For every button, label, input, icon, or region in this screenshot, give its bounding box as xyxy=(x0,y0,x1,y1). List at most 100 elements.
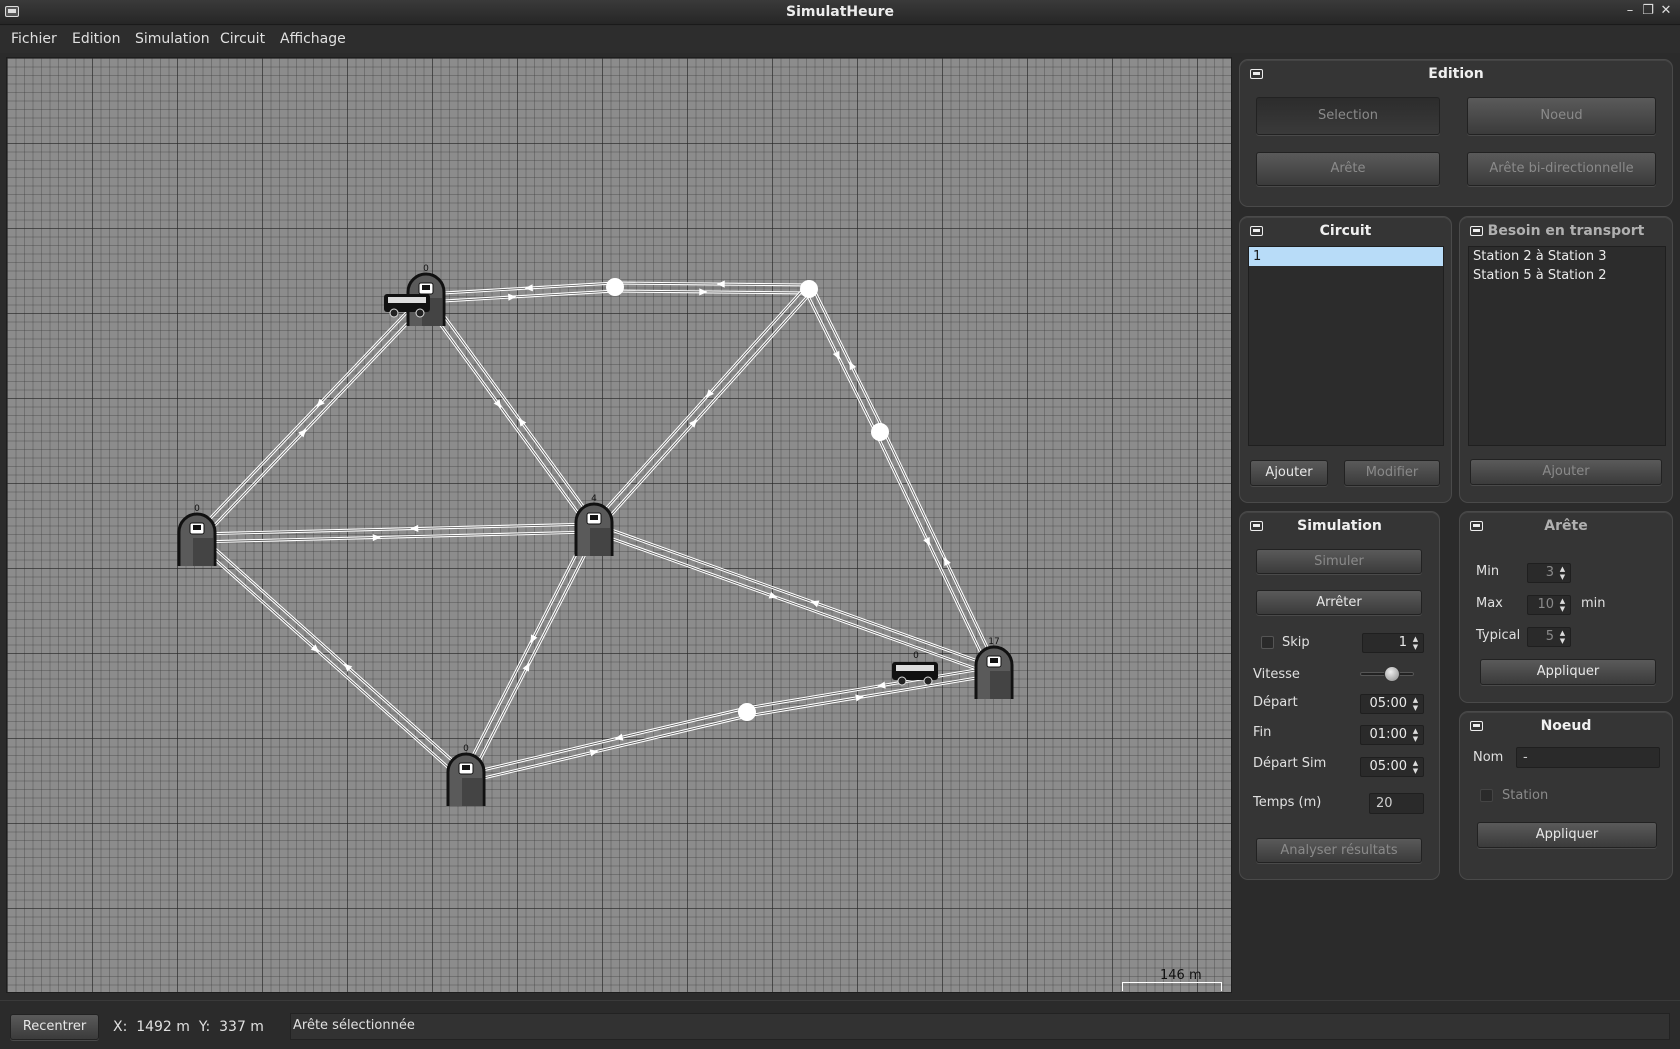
circuit-ajouter-button[interactable]: Ajouter xyxy=(1250,460,1328,486)
menu-fichier[interactable]: Fichier xyxy=(7,30,61,48)
bus-2[interactable]: 0 xyxy=(892,651,938,686)
direction-arrow-icon[interactable] xyxy=(699,288,708,296)
edge-lane-core[interactable] xyxy=(466,715,749,783)
edge-n4-right[interactable] xyxy=(746,665,995,718)
arete-button[interactable]: Arête xyxy=(1256,152,1440,186)
edge-top-left[interactable] xyxy=(193,294,430,542)
bus-wheel[interactable] xyxy=(415,308,425,318)
direction-arrow-icon[interactable] xyxy=(810,600,820,608)
bus-windows[interactable] xyxy=(388,297,426,303)
station-count[interactable]: 0 xyxy=(463,744,469,754)
station-door[interactable] xyxy=(193,538,213,566)
selection-button[interactable]: Selection xyxy=(1256,97,1440,135)
bus-passenger-count[interactable]: 0 xyxy=(913,651,919,661)
edge-top-n1[interactable] xyxy=(425,281,616,304)
besoin-ajouter-button[interactable]: Ajouter xyxy=(1470,459,1662,485)
edge-n2-center[interactable] xyxy=(589,285,814,532)
arete-bidirectional-button[interactable]: Arête bi-directionnelle xyxy=(1467,152,1656,186)
bus-stop-glyph[interactable] xyxy=(422,285,430,290)
bus-windows[interactable] xyxy=(896,665,934,671)
spin-arrows-icon[interactable]: ▲ ▼ xyxy=(1556,565,1569,581)
edge-lane-core[interactable] xyxy=(590,286,807,526)
edge-lane-core[interactable] xyxy=(747,674,995,717)
spin-arrows-icon[interactable]: ▲ ▼ xyxy=(1409,759,1422,775)
circuit-modifier-button[interactable]: Modifier xyxy=(1344,460,1440,486)
station-count[interactable]: 17 xyxy=(988,637,999,647)
restore-icon[interactable]: ❐ xyxy=(1640,3,1656,18)
edge-n2-n3[interactable] xyxy=(804,286,885,435)
max-spinbox[interactable]: 10 ▲ ▼ xyxy=(1527,595,1571,615)
typical-spinbox[interactable]: 5 ▲ ▼ xyxy=(1527,627,1571,647)
edge-lane-core[interactable] xyxy=(746,666,994,709)
station-door[interactable] xyxy=(590,528,610,556)
spin-arrows-icon[interactable]: ▲ ▼ xyxy=(1556,597,1569,613)
edge-lane-core[interactable] xyxy=(464,707,747,775)
list-item[interactable]: Station 5 à Station 2 xyxy=(1469,266,1665,285)
noeud-appliquer-button[interactable]: Appliquer xyxy=(1477,822,1657,848)
edge-n3-right[interactable] xyxy=(875,429,999,674)
station-s-bottom[interactable]: 0 xyxy=(446,744,486,806)
direction-arrow-icon[interactable] xyxy=(372,533,381,542)
edge-lane-core[interactable] xyxy=(428,295,598,526)
spin-arrows-icon[interactable]: ▲ ▼ xyxy=(1556,629,1569,645)
min-spinbox[interactable]: 3 ▲ ▼ xyxy=(1527,563,1571,583)
menu-affichage[interactable]: Affichage xyxy=(276,30,350,48)
edge-lane-core[interactable] xyxy=(812,287,884,431)
edge-left-bottom[interactable] xyxy=(193,533,470,783)
edge-lane-core[interactable] xyxy=(805,290,877,434)
list-item[interactable]: Station 2 à Station 3 xyxy=(1469,247,1665,266)
bus-stop-glyph[interactable] xyxy=(990,658,998,663)
bus-stop-glyph[interactable] xyxy=(590,515,598,520)
spin-arrows-icon[interactable]: ▲ ▼ xyxy=(1409,696,1422,712)
edge-lane-core[interactable] xyxy=(876,433,991,673)
edge-left-center[interactable] xyxy=(196,522,595,544)
circuit-list[interactable]: 1 xyxy=(1248,246,1444,446)
direction-arrow-icon[interactable] xyxy=(716,280,725,288)
direction-arrow-icon[interactable] xyxy=(410,524,419,533)
analyser-resultats-button[interactable]: Analyser résultats xyxy=(1256,838,1422,863)
station-checkbox[interactable] xyxy=(1480,789,1493,802)
station-count[interactable]: 0 xyxy=(423,264,429,274)
minimize-icon[interactable]: – xyxy=(1622,3,1638,18)
skip-checkbox[interactable] xyxy=(1261,636,1274,649)
list-item[interactable]: 1 xyxy=(1249,247,1443,266)
network-graph[interactable]: 0 0 4 0 17 0 xyxy=(7,58,1233,994)
edge-lane-core[interactable] xyxy=(199,534,469,776)
depart-sim-spinbox[interactable]: 05:00 ▲ ▼ xyxy=(1360,757,1424,777)
edge-lane-core[interactable] xyxy=(595,523,996,668)
bus-wheel[interactable] xyxy=(897,676,907,686)
fin-spinbox[interactable]: 01:00 ▲ ▼ xyxy=(1360,725,1424,745)
edge-n1-n2[interactable] xyxy=(614,280,810,296)
edge-lane-core[interactable] xyxy=(462,525,591,777)
network-map[interactable]: 0 0 4 0 17 0 146 m xyxy=(6,57,1232,993)
menu-edition[interactable]: Edition xyxy=(68,30,124,48)
edge-lane-core[interactable] xyxy=(422,300,592,531)
temps-input[interactable]: 20 xyxy=(1369,793,1424,814)
node-3[interactable] xyxy=(871,423,889,441)
spin-arrows-icon[interactable]: ▲ ▼ xyxy=(1409,635,1422,651)
arete-appliquer-button[interactable]: Appliquer xyxy=(1480,659,1656,685)
node-1[interactable] xyxy=(606,278,624,296)
station-door[interactable] xyxy=(462,778,482,806)
edge-center-bottom[interactable] xyxy=(461,525,599,781)
edge-top-center[interactable] xyxy=(421,294,599,532)
edge-bottom-n4[interactable] xyxy=(464,706,749,784)
node-4[interactable] xyxy=(738,703,756,721)
bus-stop-glyph[interactable] xyxy=(193,525,201,530)
station-count[interactable]: 0 xyxy=(194,504,200,514)
station-s-right[interactable]: 17 xyxy=(974,637,1014,699)
skip-spinbox[interactable]: 1 ▲ ▼ xyxy=(1362,633,1424,653)
arreter-button[interactable]: Arrêter xyxy=(1256,590,1422,615)
close-icon[interactable]: ✕ xyxy=(1658,3,1674,18)
besoin-list[interactable]: Station 2 à Station 3 Station 5 à Statio… xyxy=(1468,246,1666,446)
direction-arrow-icon[interactable] xyxy=(508,293,517,301)
edge-center-right[interactable] xyxy=(592,522,996,677)
bus-stop-glyph[interactable] xyxy=(462,765,470,770)
bus-wheel[interactable] xyxy=(389,308,399,318)
simuler-button[interactable]: Simuler xyxy=(1256,549,1422,574)
direction-arrow-icon[interactable] xyxy=(524,284,533,292)
nom-input[interactable]: - xyxy=(1516,747,1660,768)
station-door[interactable] xyxy=(990,671,1010,699)
edge-lane-core[interactable] xyxy=(193,294,424,536)
noeud-button[interactable]: Noeud xyxy=(1467,97,1656,135)
